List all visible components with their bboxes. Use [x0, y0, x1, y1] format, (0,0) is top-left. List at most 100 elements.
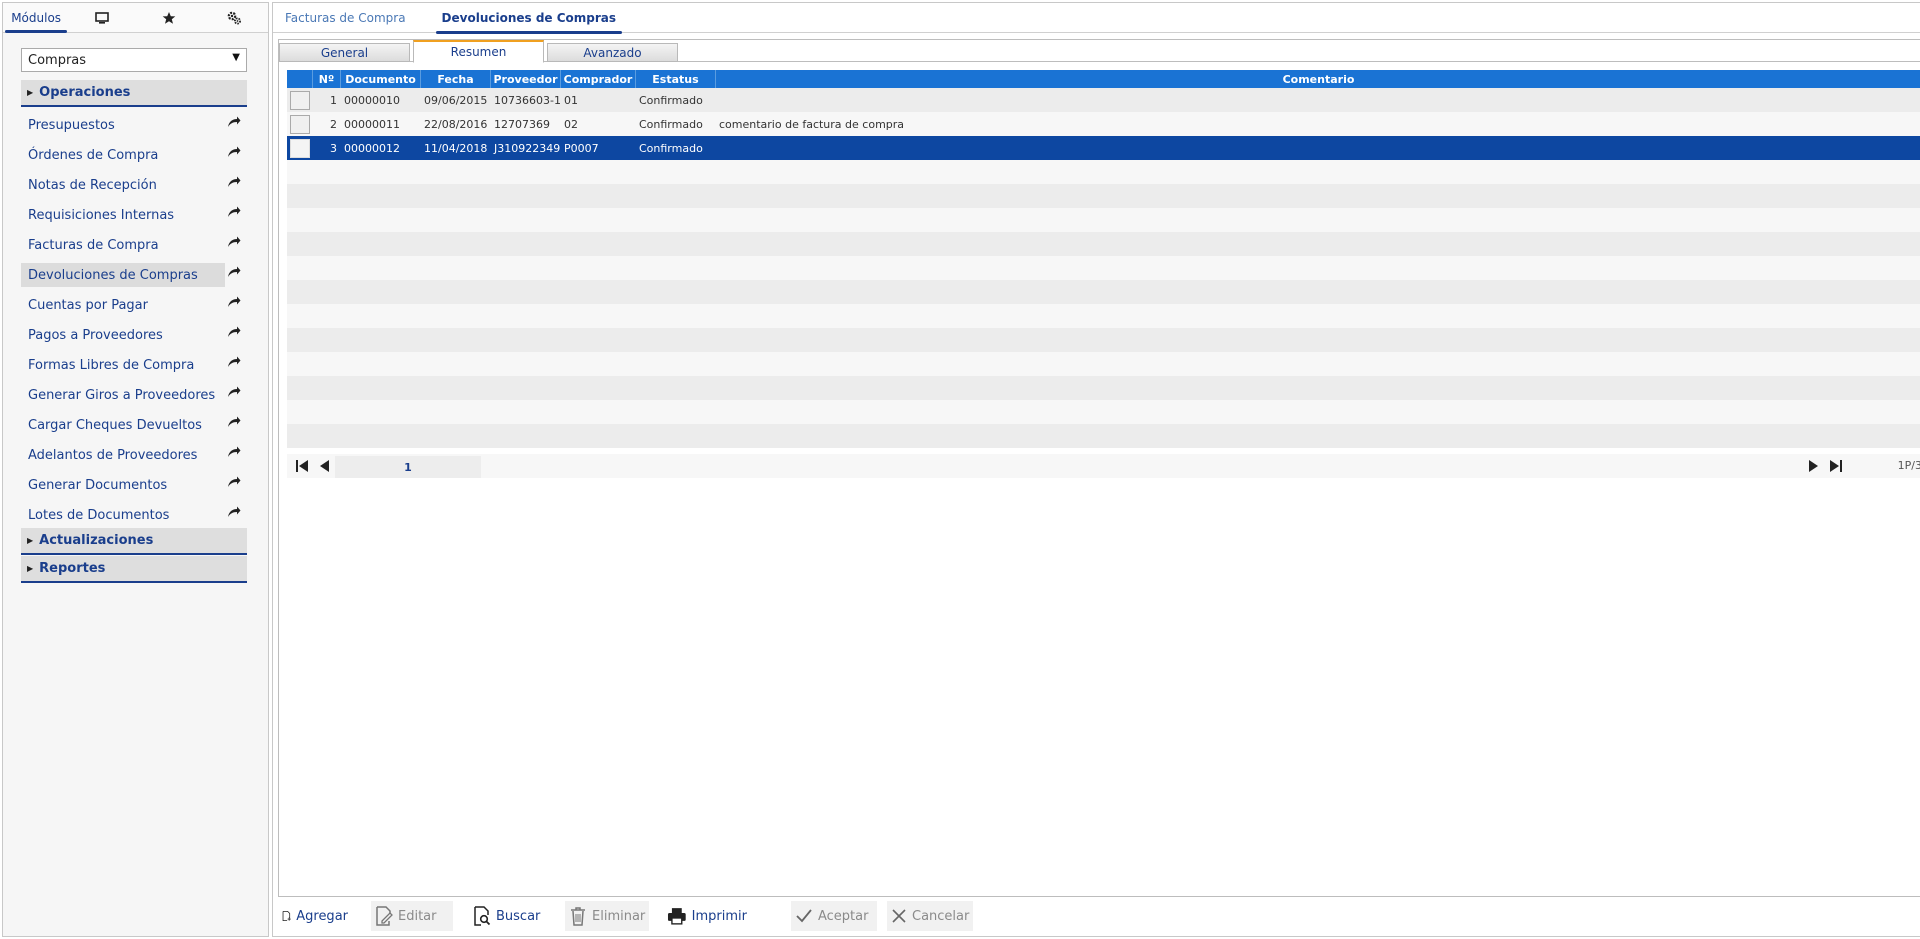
last-page-button[interactable] — [1825, 455, 1847, 477]
search-button[interactable]: Buscar — [469, 901, 541, 931]
table-row[interactable]: 1 00000010 09/06/2015 10736603-1 01 Confirmad… — [287, 88, 1920, 112]
open-arrow-icon[interactable] — [227, 476, 241, 492]
first-page-button[interactable] — [291, 455, 313, 477]
sidebar-item[interactable]: Devoluciones de Compras — [21, 263, 247, 287]
search-button-label: Buscar — [496, 908, 541, 924]
cell-comprador — [561, 304, 636, 328]
next-page-button[interactable] — [1803, 455, 1825, 477]
cancel-button[interactable]: Cancelar — [887, 901, 973, 931]
open-arrow-icon[interactable] — [227, 176, 241, 192]
open-arrow-icon[interactable] — [227, 416, 241, 432]
cell-comprador — [561, 424, 636, 448]
header-proveedor[interactable]: Proveedor — [491, 70, 561, 88]
cell-comprador — [561, 376, 636, 400]
open-arrow-icon[interactable] — [227, 146, 241, 162]
open-arrow-icon[interactable] — [227, 296, 241, 312]
add-button[interactable]: Agregar — [278, 901, 348, 931]
cell-proveedor — [491, 232, 561, 256]
tab-general[interactable]: General — [279, 43, 410, 62]
sidebar-item[interactable]: Órdenes de Compra — [21, 143, 247, 167]
header-fecha[interactable]: Fecha — [421, 70, 491, 88]
tab-general-label: General — [320, 45, 369, 60]
prev-page-button[interactable] — [313, 455, 335, 477]
open-arrow-icon[interactable] — [227, 356, 241, 372]
page-number[interactable]: 1 — [335, 456, 481, 478]
row-checkbox[interactable] — [289, 138, 310, 158]
sidebar-item[interactable]: Requisiciones Internas — [21, 203, 247, 227]
open-arrow-icon[interactable] — [227, 386, 241, 402]
cell-comentario — [716, 424, 1920, 448]
tab-modulos[interactable]: Módulos — [3, 3, 69, 33]
cell-documento — [341, 256, 421, 280]
sidebar-item[interactable]: Pagos a Proveedores — [21, 323, 247, 347]
section-actualizaciones[interactable]: ▶ Actualizaciones — [21, 528, 247, 555]
module-select[interactable]: Compras ▼ — [21, 48, 247, 72]
header-select-all[interactable] — [287, 70, 313, 88]
cell-comentario — [716, 280, 1920, 304]
header-comentario[interactable]: Comentario — [716, 70, 1920, 88]
header-n[interactable]: Nº — [313, 70, 341, 88]
cell-documento — [341, 424, 421, 448]
tab-facturas-de-compra[interactable]: Facturas de Compra — [279, 3, 412, 33]
cell-n: 3 — [330, 141, 337, 155]
open-arrow-icon[interactable] — [227, 326, 241, 342]
cell-comentario — [716, 88, 1920, 112]
row-checkbox[interactable] — [289, 114, 310, 134]
open-arrow-icon[interactable] — [227, 506, 241, 522]
cell-fecha — [421, 208, 491, 232]
tab-avanzado-label: Avanzado — [583, 45, 642, 60]
row-select-cell — [287, 280, 313, 304]
tab-settings[interactable] — [202, 3, 268, 32]
empty-row — [287, 328, 1920, 352]
tab-resumen[interactable]: Resumen — [413, 40, 544, 63]
cell-proveedor — [491, 280, 561, 304]
tab-avanzado[interactable]: Avanzado — [547, 43, 678, 62]
edit-button[interactable]: Editar — [371, 901, 453, 931]
open-arrow-icon[interactable] — [227, 206, 241, 222]
cell-n: 1 — [330, 93, 337, 107]
open-arrow-icon[interactable] — [227, 266, 241, 282]
sidebar-item[interactable]: Presupuestos — [21, 113, 247, 137]
sidebar-item[interactable]: Lotes de Documentos — [21, 503, 247, 527]
cell-proveedor — [491, 304, 561, 328]
print-button[interactable]: Imprimir — [663, 901, 747, 931]
open-arrow-icon[interactable] — [227, 116, 241, 132]
section-operaciones[interactable]: ▶ Operaciones — [21, 80, 247, 107]
sidebar-item-label: Cargar Cheques Devueltos — [28, 417, 202, 433]
tab-favorites[interactable] — [136, 3, 202, 32]
sidebar-item[interactable]: Formas Libres de Compra — [21, 353, 247, 377]
open-arrow-icon[interactable] — [227, 236, 241, 252]
header-estatus[interactable]: Estatus — [636, 70, 716, 88]
document-content: General Resumen Avanzado Nº Documento Fe… — [278, 39, 1920, 897]
table-row[interactable]: 3 00000012 11/04/2018 J310922349 P0007 Confir… — [287, 136, 1920, 160]
empty-row — [287, 160, 1920, 184]
cell-documento: 00000010 — [344, 93, 400, 107]
sidebar-item[interactable]: Adelantos de Proveedores — [21, 443, 247, 467]
tab-devoluciones-de-compras[interactable]: Devoluciones de Compras — [435, 3, 623, 34]
header-documento[interactable]: Documento — [341, 70, 421, 88]
table-row[interactable]: 2 00000011 22/08/2016 12707369 02 Confirmado c… — [287, 112, 1920, 136]
cell-comprador — [561, 328, 636, 352]
cell-proveedor: 12707369 — [494, 117, 550, 131]
tab-monitor[interactable] — [69, 3, 135, 32]
cell-fecha — [421, 328, 491, 352]
sidebar-item[interactable]: Facturas de Compra — [21, 233, 247, 257]
header-comprador[interactable]: Comprador — [561, 70, 636, 88]
open-arrow-icon[interactable] — [227, 446, 241, 462]
sidebar-item[interactable]: Notas de Recepción — [21, 173, 247, 197]
accept-button[interactable]: Aceptar — [791, 901, 877, 931]
sidebar-item[interactable]: Cuentas por Pagar — [21, 293, 247, 317]
cell-documento — [341, 376, 421, 400]
sidebar-item[interactable]: Generar Giros a Proveedores — [21, 383, 247, 407]
sidebar-item[interactable]: Cargar Cheques Devueltos — [21, 413, 247, 437]
delete-button[interactable]: Eliminar — [565, 901, 649, 931]
cell-comentario — [716, 376, 1920, 400]
cell-comentario — [716, 352, 1920, 376]
cell-comentario — [716, 184, 1920, 208]
cell-estatus — [636, 232, 716, 256]
section-operaciones-label: Operaciones — [39, 85, 131, 100]
section-reportes[interactable]: ▶ Reportes — [21, 556, 247, 583]
sidebar-item[interactable]: Generar Documentos — [21, 473, 247, 497]
row-checkbox[interactable] — [289, 90, 310, 110]
left-panel-tabs: Módulos — [3, 3, 268, 33]
